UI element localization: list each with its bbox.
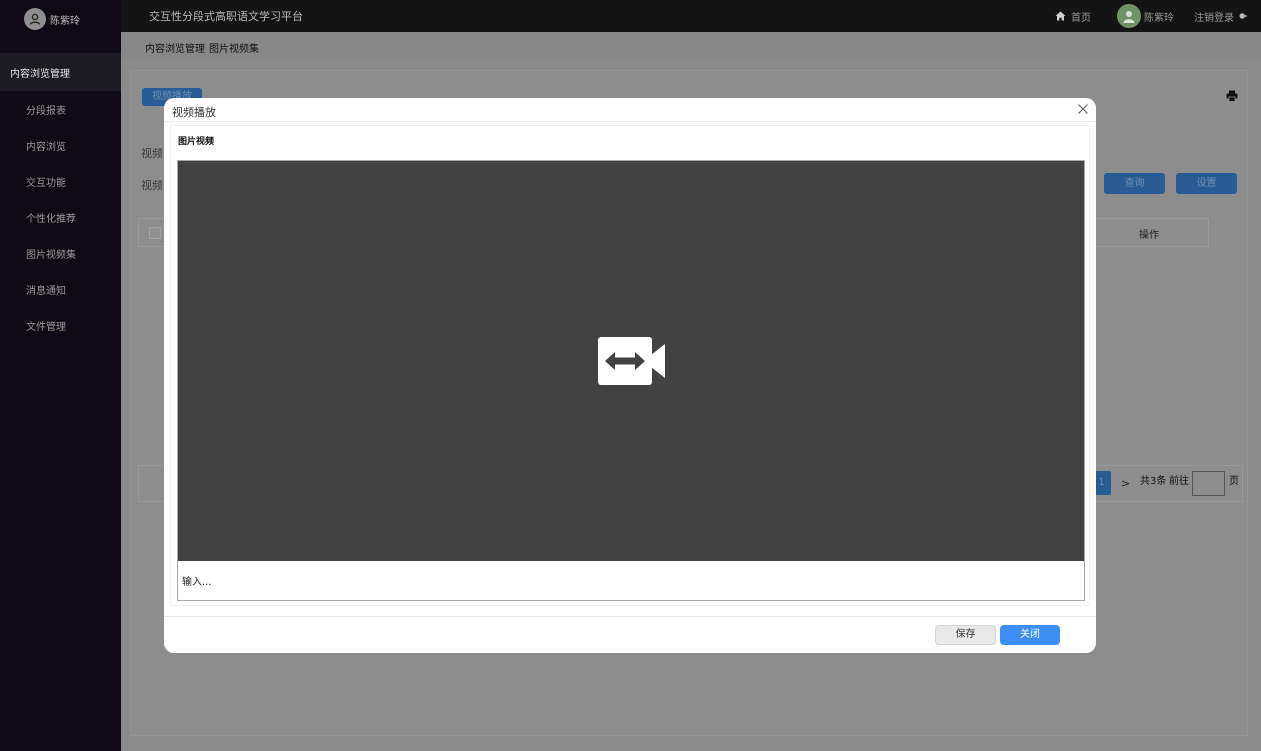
close-icon[interactable] [1076,102,1090,116]
sidebar-item-recommendation[interactable]: 个性化推荐 [0,199,121,235]
sidebar-item-segment-report[interactable]: 分段报表 [0,91,121,127]
logout-icon [1239,13,1247,19]
sidebar-user-name: 陈紫玲 [50,15,80,27]
pagination-total: 共3条 [1140,476,1167,487]
sidebar-item-content-browse[interactable]: 内容浏览 [0,127,121,163]
save-button[interactable]: 保存 [935,625,996,645]
sidebar-item-file-management[interactable]: 文件管理 [0,307,121,343]
pagination-page-unit: 页 [1229,476,1239,487]
sidebar: 陈紫玲 内容浏览管理 分段报表 内容浏览 交互功能 个性化推荐 图片视频集 消息… [0,0,121,751]
sidebar-item-media-gallery[interactable]: 图片视频集 [0,235,121,271]
breadcrumb: 内容浏览管理 图片视频集 [121,32,1261,62]
top-bar-actions: 首页 陈紫玲 注销登录 [1055,4,1261,28]
breadcrumb-item[interactable]: 内容浏览管理 [145,40,205,55]
home-link[interactable]: 首页 [1055,9,1091,24]
top-bar-user-name: 陈紫玲 [1144,12,1174,24]
pagination-goto-label: 前往 [1169,476,1189,487]
app-title: 交互性分段式高职语文学习平台 [149,10,303,23]
user-avatar-icon [24,8,46,30]
video-camera-icon [598,337,665,385]
logout-button[interactable]: 注销登录 [1194,9,1247,24]
dialog-body: 图片视频 输入... [170,125,1090,606]
home-icon [1055,11,1066,21]
sidebar-item-notifications[interactable]: 消息通知 [0,271,121,307]
pagination-next[interactable]: > [1121,477,1130,490]
top-bar: 交互性分段式高职语文学习平台 首页 陈紫玲 注销登录 [121,0,1261,32]
settings-button[interactable]: 设置 [1176,173,1237,194]
sidebar-user[interactable]: 陈紫玲 [0,0,121,38]
video-play-dialog: 视频播放 图片视频 输入... 保存 关闭 [164,98,1096,653]
section-title: 图片视频 [178,137,215,147]
query-button[interactable]: 查询 [1104,173,1165,194]
breadcrumb-item-current: 图片视频集 [209,43,259,55]
dialog-footer: 保存 关闭 [164,616,1096,653]
video-player: 输入... [177,160,1085,601]
caption-input[interactable]: 输入... [178,561,1084,600]
close-button[interactable]: 关闭 [1000,625,1060,645]
sidebar-item-interaction[interactable]: 交互功能 [0,163,121,199]
video-area[interactable] [178,161,1084,561]
top-bar-user[interactable]: 陈紫玲 [1117,4,1174,28]
logout-label: 注销登录 [1194,12,1234,24]
filter-label: 视频 [141,147,163,160]
print-icon[interactable] [1226,90,1238,102]
dialog-header: 视频播放 [164,98,1096,122]
dialog-title: 视频播放 [172,106,216,119]
sidebar-group-content-management[interactable]: 内容浏览管理 [0,53,121,91]
user-avatar-icon [1117,4,1141,28]
pagination-goto-input[interactable] [1192,471,1225,496]
select-all-checkbox[interactable] [149,227,161,239]
column-header-action: 操作 [1139,230,1159,241]
filter-label: 视频 [141,179,163,192]
home-label: 首页 [1071,12,1091,24]
